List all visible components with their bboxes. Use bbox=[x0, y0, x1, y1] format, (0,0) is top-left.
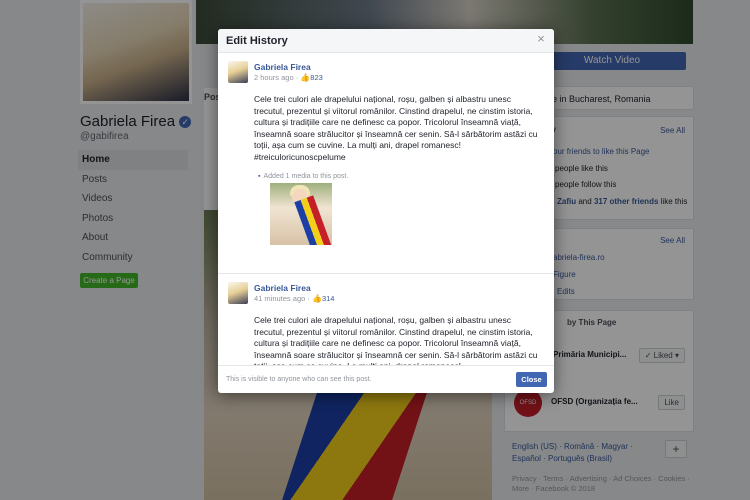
thumbs-up-icon: 👍 bbox=[300, 73, 311, 82]
dialog-body[interactable]: Gabriela Firea 2 hours ago · 👍823 Cele t… bbox=[218, 53, 554, 365]
author-name-link[interactable]: Gabriela Firea bbox=[254, 62, 311, 72]
visibility-note: This is visible to anyone who can see th… bbox=[226, 376, 372, 383]
close-button[interactable]: Close bbox=[516, 372, 547, 387]
like-count[interactable]: 823 bbox=[310, 73, 323, 82]
entry-meta: 2 hours ago · 👍823 bbox=[254, 73, 323, 82]
close-icon[interactable]: × bbox=[534, 32, 548, 46]
history-entry: Gabriela Firea 2 hours ago · 👍823 Cele t… bbox=[218, 53, 554, 274]
like-count[interactable]: 314 bbox=[322, 294, 335, 303]
dialog-header: Edit History × bbox=[218, 29, 554, 53]
media-thumbnail[interactable] bbox=[270, 183, 332, 245]
meta-separator: · bbox=[307, 294, 310, 303]
dialog-title: Edit History bbox=[226, 35, 288, 47]
entry-meta: 41 minutes ago · 👍314 bbox=[254, 294, 334, 303]
photo-sash-shape bbox=[294, 195, 332, 245]
history-entry: Gabriela Firea 41 minutes ago · 👍314 Cel… bbox=[218, 274, 554, 365]
edit-history-dialog: Edit History × Gabriela Firea 2 hours ag… bbox=[218, 29, 554, 393]
entry-timestamp[interactable]: 41 minutes ago bbox=[254, 294, 305, 303]
entry-text: Cele trei culori ale drapelului național… bbox=[254, 94, 538, 162]
meta-separator: · bbox=[295, 73, 299, 82]
thumbs-up-icon: 👍 bbox=[311, 294, 322, 303]
added-media-text: Added 1 media to this post. bbox=[263, 173, 349, 180]
entry-timestamp[interactable]: 2 hours ago bbox=[254, 73, 294, 82]
dialog-footer: This is visible to anyone who can see th… bbox=[218, 365, 554, 393]
author-avatar[interactable] bbox=[228, 282, 248, 304]
added-media-note: ▪ Added 1 media to this post. bbox=[258, 173, 544, 180]
bullet-icon: ▪ bbox=[258, 173, 261, 180]
author-name-link[interactable]: Gabriela Firea bbox=[254, 283, 311, 293]
author-avatar[interactable] bbox=[228, 61, 248, 83]
entry-text: Cele trei culori ale drapelului național… bbox=[254, 315, 538, 365]
